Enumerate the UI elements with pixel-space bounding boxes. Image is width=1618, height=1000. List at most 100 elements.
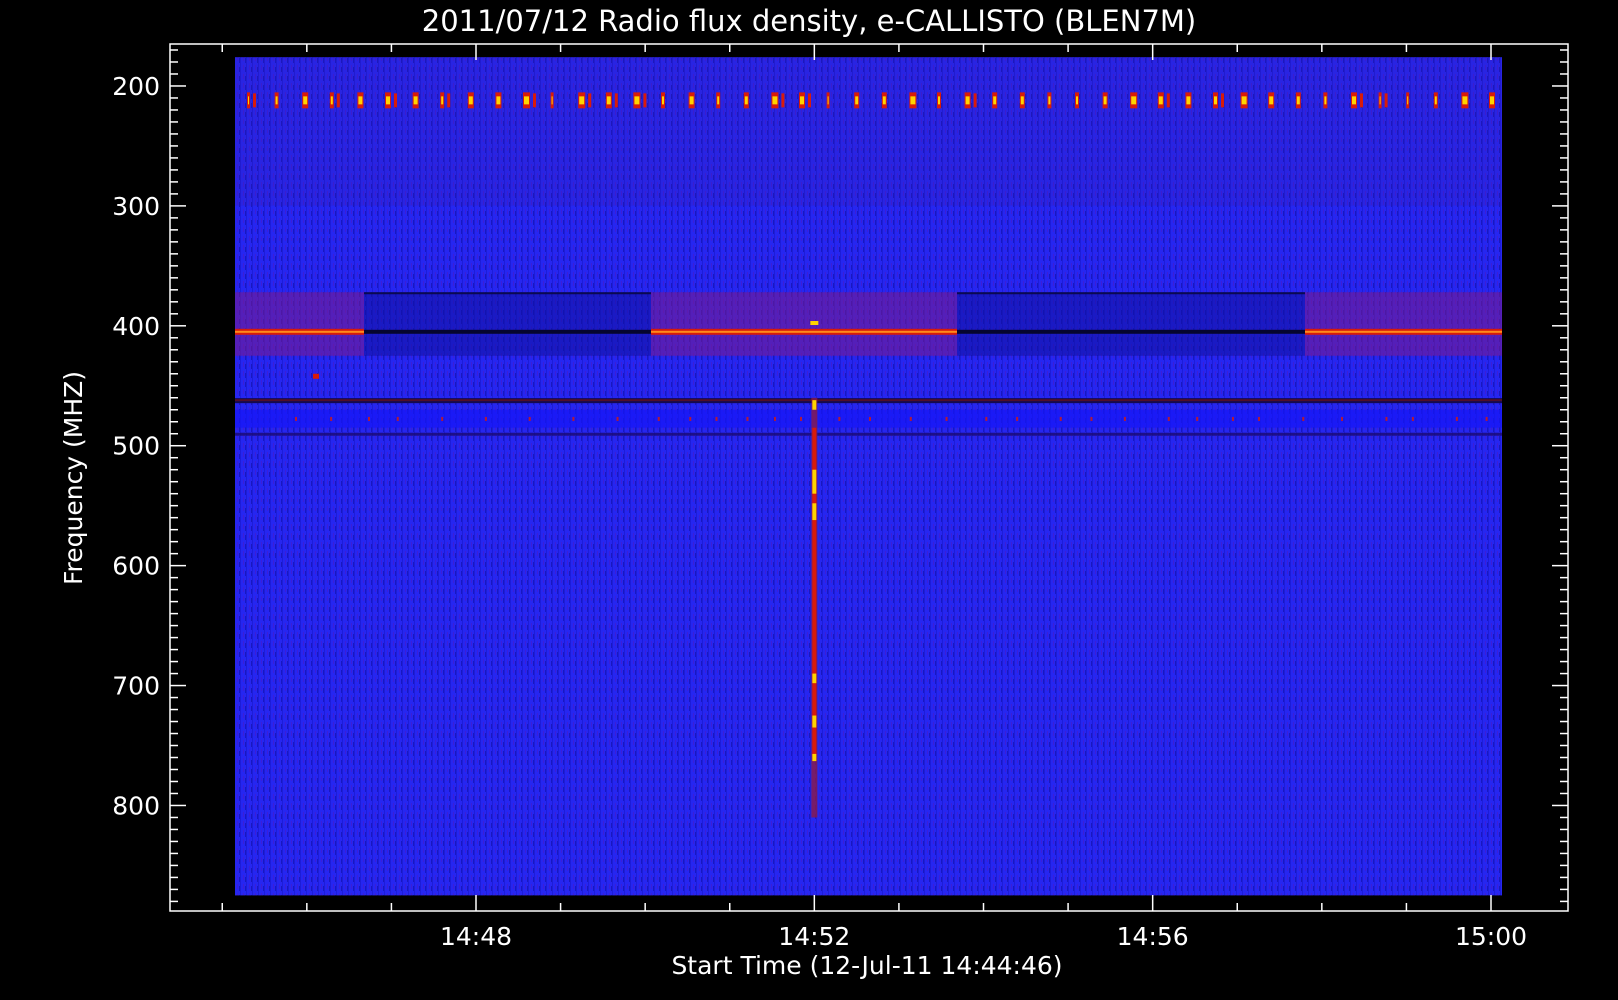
speck — [800, 416, 803, 421]
band-core — [235, 330, 364, 333]
pulse-core — [1214, 96, 1217, 105]
speck — [313, 373, 319, 379]
speck — [1231, 416, 1234, 421]
x-tick-label: 14:48 — [440, 922, 512, 951]
speck — [1385, 416, 1388, 421]
pulse-core — [579, 96, 585, 105]
band-core — [1305, 330, 1502, 333]
band-gap-line — [364, 329, 651, 334]
y-tick-label: 500 — [112, 432, 160, 461]
pulse-core — [275, 96, 278, 105]
band-gap-edge — [957, 292, 1305, 295]
band-gap — [957, 292, 1305, 356]
pulse-core — [1103, 96, 1107, 105]
y-tick-label: 800 — [112, 791, 160, 820]
speck — [1059, 416, 1062, 421]
dotted-line — [235, 432, 1502, 436]
y-tick-labels: 200 300 400 500 600 700 800 — [112, 72, 160, 821]
speck — [1455, 416, 1458, 421]
pulse-core — [386, 96, 390, 105]
speck — [715, 416, 718, 421]
pulse-core — [1131, 96, 1137, 105]
pulse-core — [1490, 96, 1494, 105]
pulse-core — [1269, 96, 1274, 105]
pulse-core — [827, 96, 829, 105]
speck — [484, 416, 487, 421]
pulse-core — [938, 96, 940, 105]
pulse — [588, 93, 592, 108]
speck — [528, 416, 531, 421]
pulse-core — [1186, 96, 1191, 105]
speck — [1196, 416, 1199, 421]
pulse — [336, 93, 340, 108]
speck — [1123, 416, 1126, 421]
speck — [368, 416, 371, 421]
pulse-core — [882, 96, 886, 105]
pulse-core — [689, 96, 694, 105]
pulse-core — [772, 96, 778, 105]
spectrogram-heatmap — [235, 57, 1502, 896]
y-tick-label: 600 — [112, 552, 160, 581]
y-tick-label: 400 — [112, 312, 160, 341]
speck — [441, 416, 444, 421]
pulse-core — [330, 96, 333, 105]
pulse — [253, 93, 256, 108]
upper-tint — [235, 57, 1502, 206]
pulse-core — [1048, 96, 1051, 105]
band-halo — [651, 292, 957, 356]
speck — [330, 416, 333, 421]
x-tick-labels: 14:48 14:52 14:56 15:00 — [440, 922, 1527, 951]
burst-peak — [810, 321, 819, 326]
band-core — [651, 330, 957, 333]
speck — [657, 416, 660, 421]
spectrogram-chart: 2011/07/12 Radio flux density, e-CALLIST… — [59, 4, 1569, 980]
pulse — [533, 93, 536, 108]
pulse — [1166, 93, 1170, 108]
y-tick-label: 700 — [112, 672, 160, 701]
speck — [572, 416, 575, 421]
pulse-core — [910, 96, 916, 105]
band-gap — [364, 292, 651, 356]
pulse-core — [441, 96, 444, 105]
pulse-core — [1241, 96, 1247, 105]
speck — [838, 416, 841, 421]
pulse-core — [496, 96, 501, 105]
pulse-core — [413, 96, 418, 105]
pulse-core — [1076, 96, 1078, 105]
burst-peak — [812, 753, 817, 762]
pulse-core — [1020, 96, 1024, 105]
pulse-core — [1324, 96, 1327, 105]
speck — [1341, 416, 1344, 421]
speck — [396, 416, 399, 421]
speck — [1258, 416, 1261, 421]
burst-peak — [812, 400, 817, 410]
pulse — [1384, 93, 1388, 108]
pulse-core — [248, 96, 249, 105]
pulse-core — [468, 96, 473, 105]
band-halo — [1305, 292, 1502, 356]
pulse-core — [800, 96, 804, 105]
pulse — [973, 93, 977, 108]
speck — [985, 416, 988, 421]
pulse — [447, 93, 451, 108]
pulse-core — [303, 96, 308, 105]
pulse-core — [1407, 96, 1409, 105]
y-tick-label: 300 — [112, 192, 160, 221]
speck — [1090, 416, 1093, 421]
pulse-core — [662, 96, 664, 105]
pulse — [781, 93, 785, 108]
speck — [773, 416, 776, 421]
pulse-core — [717, 96, 720, 105]
bright-strip — [235, 409, 1502, 428]
pulse-core — [1352, 96, 1356, 105]
burst-peak — [812, 469, 817, 494]
burst-peak — [812, 503, 817, 521]
speck — [1485, 416, 1488, 421]
y-tick-label: 200 — [112, 72, 160, 101]
pulse-core — [358, 96, 363, 105]
speck — [295, 416, 297, 421]
pulse-core — [965, 96, 970, 105]
speck — [1016, 416, 1019, 421]
speck — [1302, 416, 1305, 421]
y-axis-label: Frequency (MHZ) — [59, 371, 88, 585]
